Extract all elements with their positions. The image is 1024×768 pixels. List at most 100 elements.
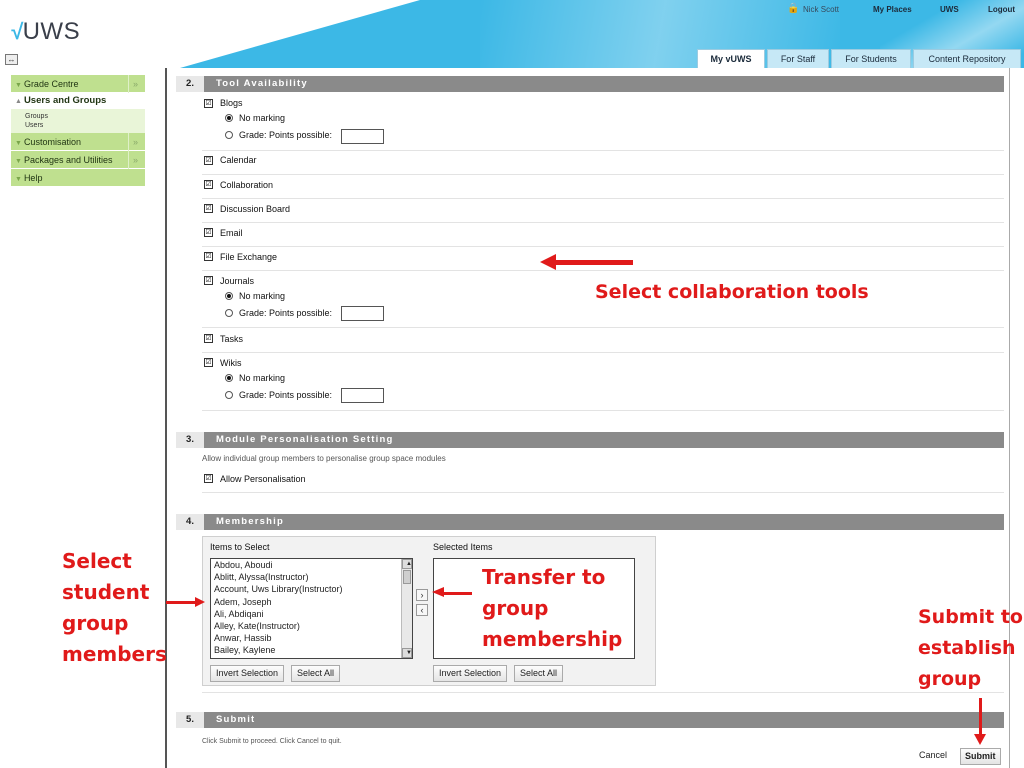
row-divider — [202, 198, 1004, 199]
invert-selection-button-left[interactable]: Invert Selection — [210, 665, 285, 682]
sidebar-item-help[interactable]: ▼ Help — [11, 169, 145, 187]
items-to-select-label: Items to Select — [210, 542, 270, 552]
sidebar-item-label: Packages and Utilities — [23, 155, 113, 165]
radio-journals-no-marking[interactable] — [225, 292, 233, 300]
scroll-up-icon[interactable]: ▲ — [402, 559, 412, 569]
annotation-arrow-members — [166, 601, 196, 604]
row-divider — [202, 222, 1004, 223]
collapse-menu-icon[interactable]: ↔ — [5, 54, 18, 65]
section-title: Membership — [216, 516, 284, 527]
radio-label: Grade: Points possible: — [239, 130, 333, 140]
checkbox-file-exchange[interactable]: ☑ — [204, 252, 213, 261]
collapse-arrow-icon: ▲ — [15, 98, 22, 105]
tool-label-calendar: Calendar — [220, 155, 257, 165]
scroll-thumb[interactable] — [403, 570, 411, 584]
row-divider — [202, 150, 1004, 151]
sidebar-submenu: Groups Users — [11, 109, 145, 133]
items-to-select-list[interactable]: Abdou, Aboudi Ablitt, Alyssa(Instructor)… — [210, 558, 413, 659]
radio-blogs-no-marking[interactable] — [225, 114, 233, 122]
row-divider — [202, 327, 1004, 328]
arrow-down-icon — [974, 734, 986, 745]
radio-wikis-grade[interactable] — [225, 391, 233, 399]
checkbox-blogs[interactable]: ☑ — [204, 99, 213, 108]
arrow-left-icon — [432, 587, 444, 597]
sidebar-item-grade-centre[interactable]: ▼ Grade Centre » — [11, 75, 145, 93]
sidebar-subitem-users[interactable]: Users — [25, 121, 145, 130]
list-item[interactable]: Anwar, Hassib — [211, 632, 412, 644]
checkbox-allow-personalisation[interactable]: ☑ — [204, 474, 213, 483]
checkbox-tasks[interactable]: ☑ — [204, 334, 213, 343]
sidebar-item-label: Grade Centre — [23, 79, 79, 89]
checkbox-discussion-board[interactable]: ☑ — [204, 204, 213, 213]
annotation-transfer: Transfer to group membership — [482, 562, 622, 655]
select-all-button-right[interactable]: Select All — [514, 665, 564, 682]
radio-label: No marking — [239, 291, 286, 301]
section-tool-availability-header: 2. Tool Availability — [176, 76, 1004, 92]
logout-link[interactable]: Logout — [988, 5, 1015, 14]
section-number: 4. — [176, 514, 204, 530]
arrow-right-icon — [195, 597, 205, 607]
row-divider — [202, 492, 1004, 493]
checkbox-wikis[interactable]: ☑ — [204, 358, 213, 367]
expand-arrow-icon: ▼ — [15, 158, 22, 165]
tab-for-students[interactable]: For Students — [831, 49, 911, 68]
list-item[interactable]: Account, Uws Library(Instructor) — [211, 583, 412, 595]
scroll-down-icon[interactable]: ▼ — [402, 648, 412, 658]
list-item[interactable]: Abdou, Aboudi — [211, 559, 412, 571]
chevron-right-icon[interactable]: » — [128, 133, 142, 151]
checkbox-journals[interactable]: ☑ — [204, 276, 213, 285]
section-number: 2. — [176, 76, 204, 92]
journals-points-input[interactable] — [341, 306, 384, 321]
annotation-line: membership — [482, 627, 623, 651]
list-item[interactable]: Adem, Joseph — [211, 596, 412, 608]
list-item[interactable]: Bailey, Kaylene — [211, 644, 412, 656]
checkbox-collaboration[interactable]: ☑ — [204, 180, 213, 189]
section-title: Tool Availability — [216, 78, 308, 89]
sidebar-item-users-and-groups[interactable]: ▲ Users and Groups — [11, 93, 145, 109]
list-item[interactable]: Ali, Abdiqani — [211, 608, 412, 620]
sidebar-item-packages-and-utilities[interactable]: ▼ Packages and Utilities » — [11, 151, 145, 169]
sidebar-item-label: Customisation — [23, 137, 81, 147]
section-personalisation-header: 3. Module Personalisation Setting — [176, 432, 1004, 448]
wikis-points-input[interactable] — [341, 388, 384, 403]
chevron-right-icon[interactable]: » — [128, 75, 142, 93]
tab-for-staff[interactable]: For Staff — [767, 49, 829, 68]
radio-journals-grade[interactable] — [225, 309, 233, 317]
invert-selection-button-right[interactable]: Invert Selection — [433, 665, 508, 682]
annotation-submit: Submit to establish group — [918, 602, 1023, 695]
radio-label: Grade: Points possible: — [239, 308, 333, 318]
checkbox-email[interactable]: ☑ — [204, 228, 213, 237]
submit-button[interactable]: Submit — [960, 748, 1001, 765]
radio-label: No marking — [239, 373, 286, 383]
annotation-arrow-tools — [556, 260, 633, 265]
list-item[interactable]: Ablitt, Alyssa(Instructor) — [211, 571, 412, 583]
list-item[interactable]: Alley, Kate(Instructor) — [211, 620, 412, 632]
sidebar-item-label: Help — [23, 173, 43, 183]
list-scrollbar[interactable]: ▲ ▼ — [401, 559, 412, 658]
select-all-button-left[interactable]: Select All — [291, 665, 341, 682]
annotation-line: student — [62, 580, 150, 604]
my-places-link[interactable]: My Places — [873, 5, 912, 14]
tool-label-tasks: Tasks — [220, 334, 244, 344]
allow-personalisation-label: Allow Personalisation — [220, 474, 306, 484]
cancel-link[interactable]: Cancel — [919, 750, 947, 760]
radio-blogs-grade[interactable] — [225, 131, 233, 139]
radio-wikis-no-marking[interactable] — [225, 374, 233, 382]
tab-content-repository[interactable]: Content Repository — [913, 49, 1021, 68]
main-content: 2. Tool Availability ☑ Blogs No marking G… — [165, 68, 1010, 768]
submit-instructions: Click Submit to proceed. Click Cancel to… — [202, 738, 342, 745]
annotation-line: Submit to — [918, 606, 1023, 628]
uws-logo[interactable]: √UWS — [10, 18, 80, 46]
chevron-right-icon[interactable]: » — [128, 151, 142, 169]
tab-my-vuws[interactable]: My vUWS — [697, 49, 765, 68]
expand-arrow-icon: ▼ — [15, 176, 22, 183]
move-right-button[interactable]: › — [416, 589, 428, 601]
move-left-button[interactable]: ‹ — [416, 604, 428, 616]
annotation-line: establish — [918, 637, 1016, 659]
sidebar-subitem-groups[interactable]: Groups — [25, 112, 145, 121]
uws-link[interactable]: UWS — [940, 5, 959, 14]
blogs-points-input[interactable] — [341, 129, 384, 144]
sidebar-item-customisation[interactable]: ▼ Customisation » — [11, 133, 145, 151]
checkbox-calendar[interactable]: ☑ — [204, 156, 213, 165]
annotation-line: group — [482, 596, 549, 620]
